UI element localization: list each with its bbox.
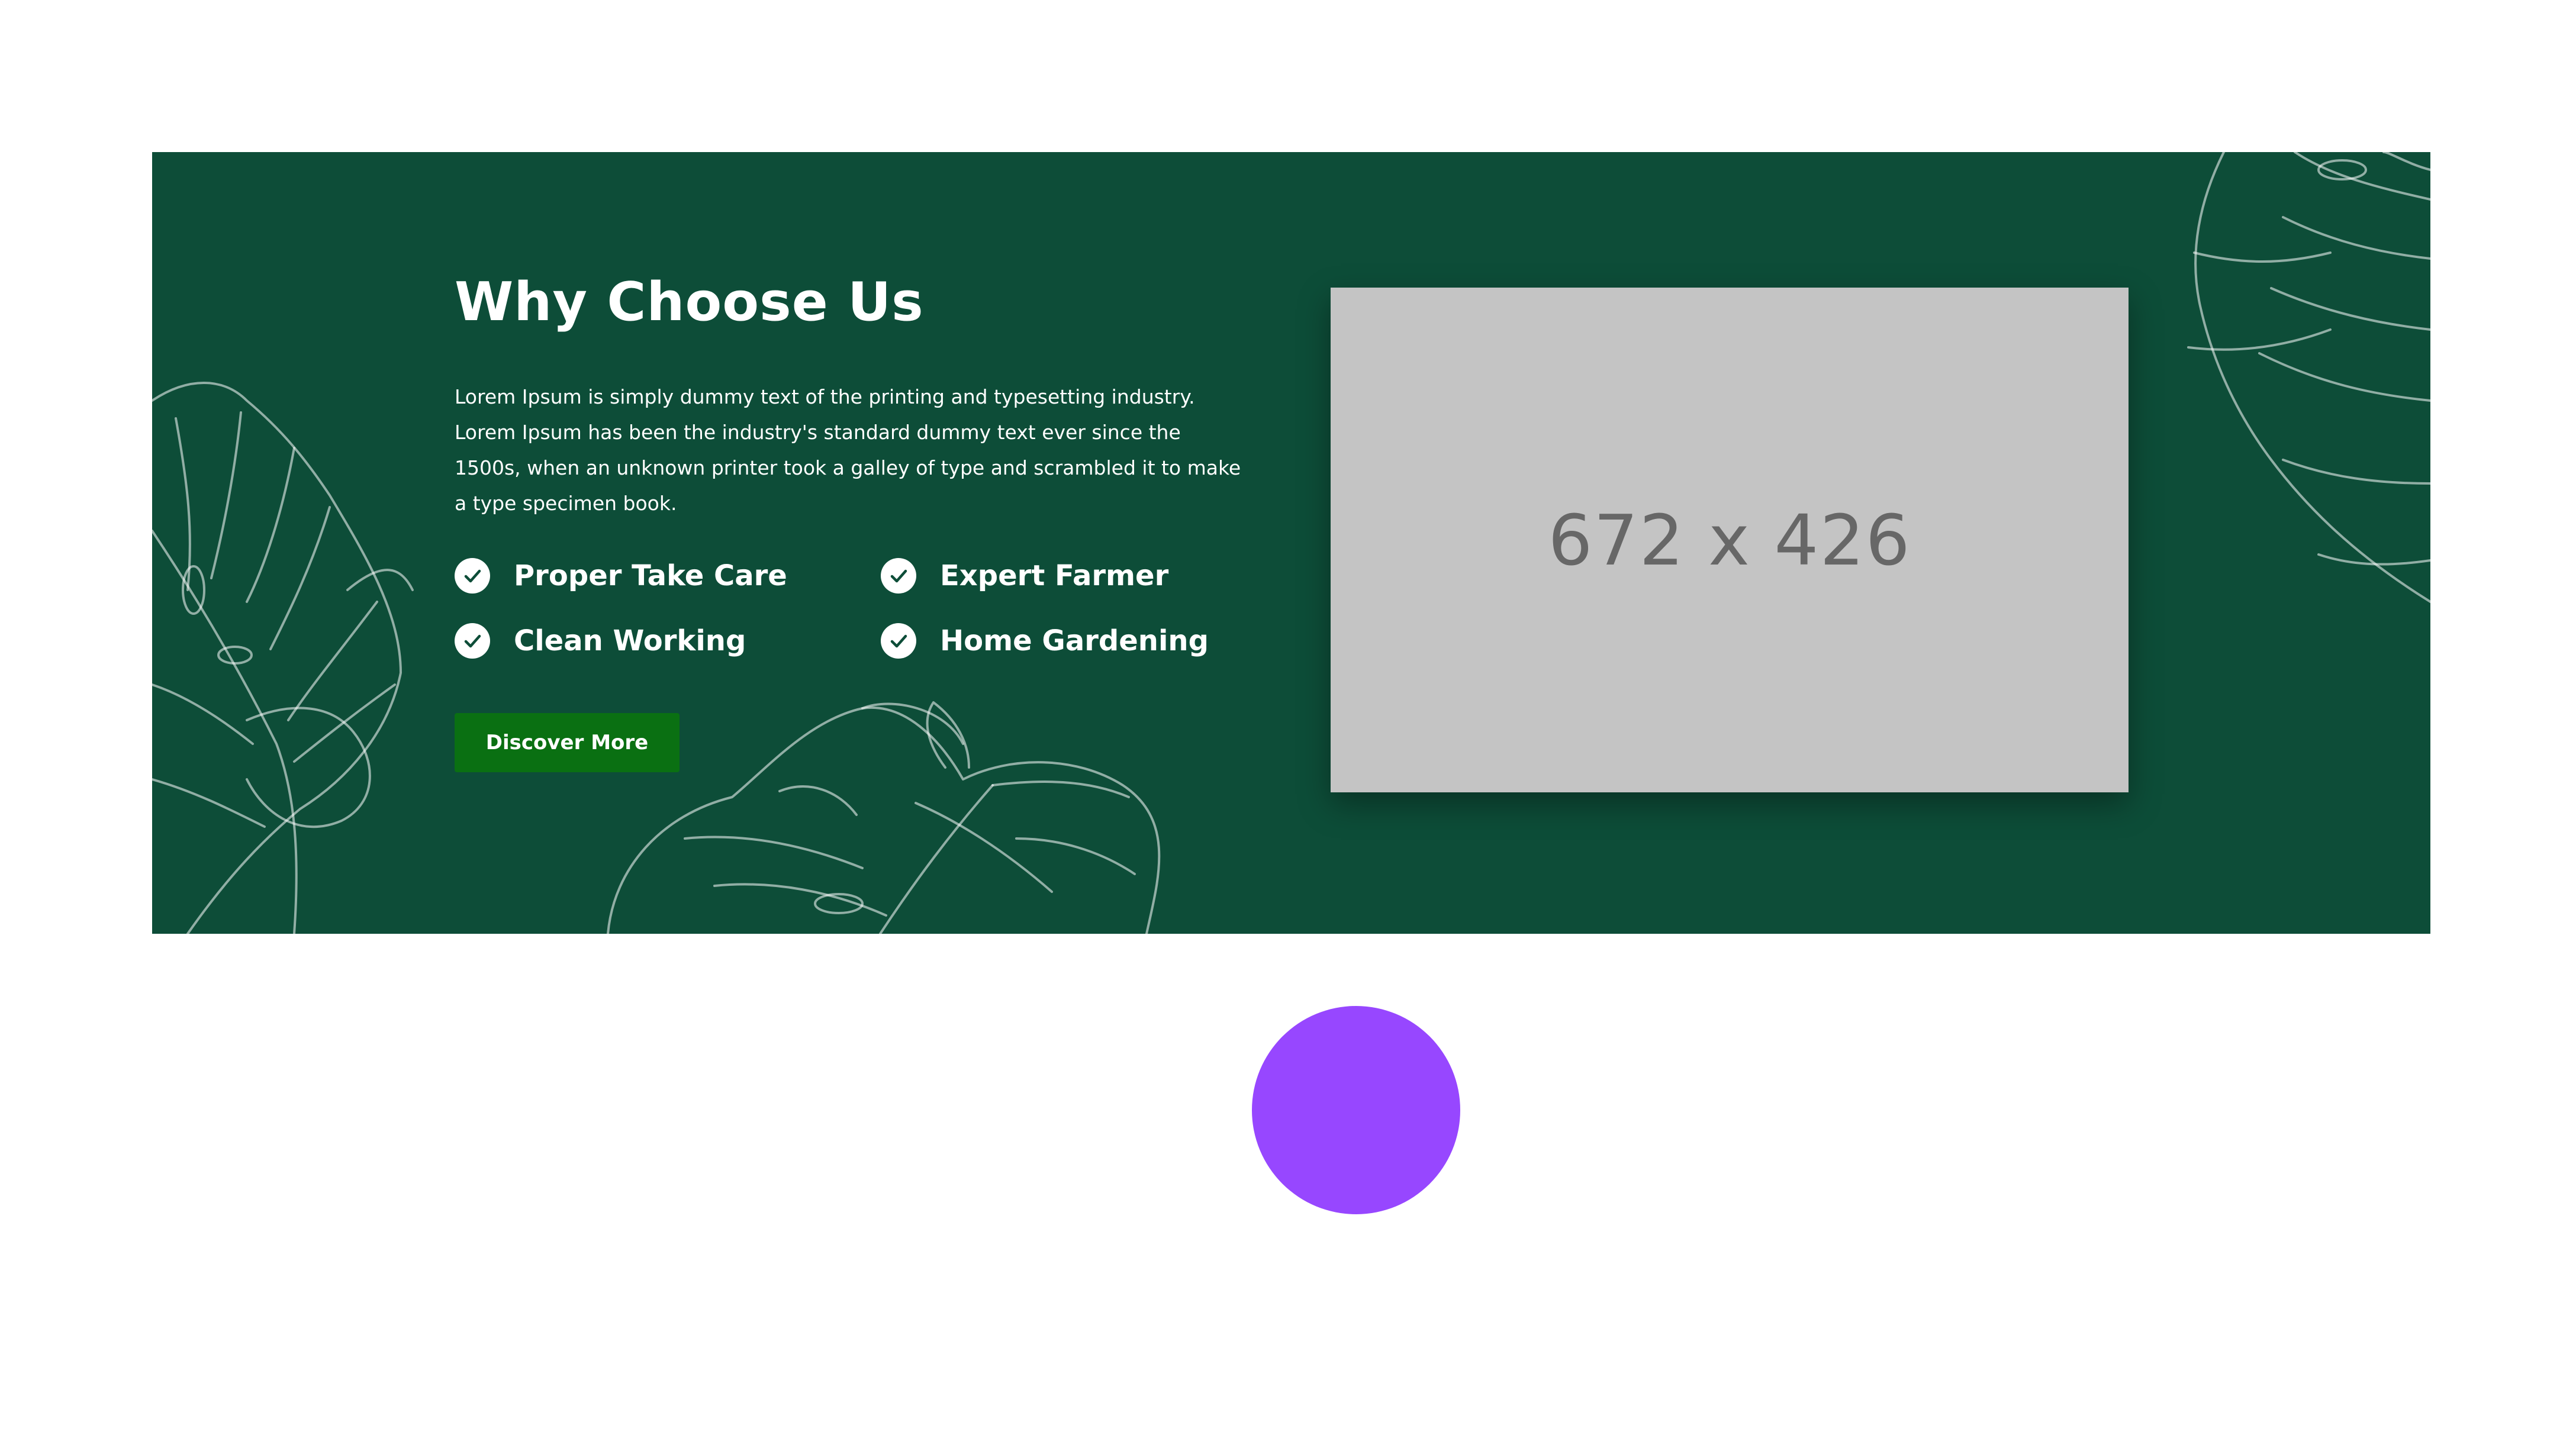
check-circle-icon xyxy=(881,558,916,594)
check-circle-icon xyxy=(455,558,490,594)
accent-circle xyxy=(1252,1006,1460,1214)
check-circle-icon xyxy=(881,623,916,659)
feature-item: Expert Farmer xyxy=(881,558,1248,594)
page: Why Choose Us Lorem Ipsum is simply dumm… xyxy=(0,0,2576,1448)
feature-label: Proper Take Care xyxy=(514,559,787,592)
section-title: Why Choose Us xyxy=(455,271,924,333)
image-placeholder-label: 672 x 426 xyxy=(1548,499,1911,581)
feature-label: Expert Farmer xyxy=(940,559,1169,592)
feature-item: Home Gardening xyxy=(881,623,1248,659)
feature-item: Proper Take Care xyxy=(455,558,881,594)
feature-label: Clean Working xyxy=(514,624,746,657)
leaf-left-icon xyxy=(152,382,414,934)
leaf-top-right-icon xyxy=(2187,152,2430,603)
why-choose-us-section: Why Choose Us Lorem Ipsum is simply dumm… xyxy=(152,152,2430,934)
feature-label: Home Gardening xyxy=(940,624,1209,657)
check-circle-icon xyxy=(455,623,490,659)
section-description: Lorem Ipsum is simply dummy text of the … xyxy=(455,385,1241,515)
features-list: Proper Take Care Expert Farmer Clean Wor… xyxy=(455,558,1283,659)
discover-more-button[interactable]: Discover More xyxy=(455,713,680,772)
feature-item: Clean Working xyxy=(455,623,881,659)
content-column: Why Choose Us Lorem Ipsum is simply dumm… xyxy=(455,270,1283,772)
image-placeholder: 672 x 426 xyxy=(1331,288,2129,792)
